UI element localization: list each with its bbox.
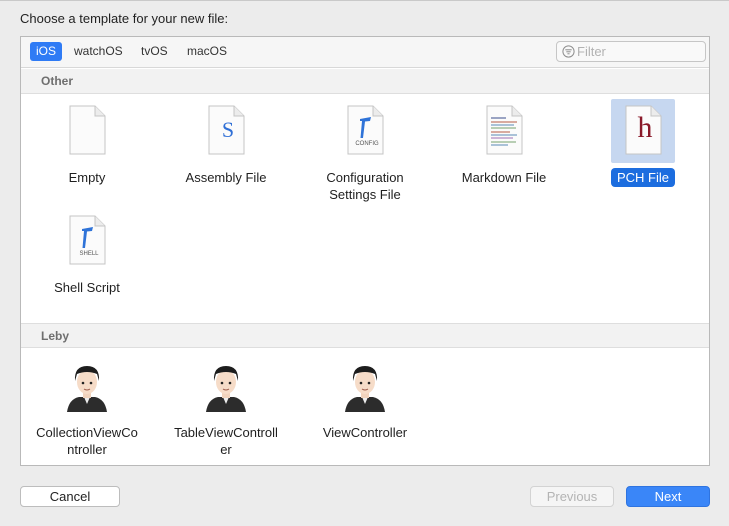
section-header-leby: Leby (21, 323, 709, 348)
template-configuration-settings-file[interactable]: CONFIG Configuration Settings File (305, 99, 425, 204)
tab-ios[interactable]: iOS (30, 42, 63, 61)
template-pch-file[interactable]: h PCH File (583, 99, 703, 187)
cancel-button[interactable]: Cancel (20, 486, 120, 507)
template-table-view-controller[interactable]: TableViewControll er (166, 354, 286, 459)
template-chooser-panel: iOS watchOS tvOS macOS Other Empty (20, 36, 710, 466)
previous-button[interactable]: Previous (530, 486, 614, 507)
icon-container (55, 354, 119, 418)
assembly-glyph: S (221, 117, 235, 142)
markdown-file-icon (486, 105, 523, 155)
section-title: Leby (41, 329, 70, 343)
tab-watchos[interactable]: watchOS (68, 42, 129, 61)
template-label: CollectionViewCo ntroller (36, 425, 138, 457)
template-label: TableViewControll er (174, 425, 278, 457)
icon-container: S (194, 99, 258, 163)
avatar-template-icon (206, 366, 246, 412)
template-assembly-file[interactable]: S Assembly File (166, 99, 286, 187)
section-title: Other (41, 74, 74, 88)
template-label: Assembly File (185, 170, 267, 185)
template-empty[interactable]: Empty (27, 99, 147, 187)
window-top-border (0, 0, 729, 1)
avatar-template-icon (345, 366, 385, 412)
avatar-template-icon (67, 366, 107, 412)
section-header-other: Other (21, 69, 709, 94)
platform-toolbar: iOS watchOS tvOS macOS (21, 37, 709, 68)
shell-caption: SHELL (79, 251, 99, 257)
tab-tvos[interactable]: tvOS (135, 42, 174, 61)
icon-container (55, 99, 119, 163)
filter-icon (562, 45, 575, 58)
template-markdown-file[interactable]: Markdown File (444, 99, 564, 187)
template-shell-script[interactable]: SHELL Shell Script (27, 209, 147, 297)
icon-container (472, 99, 536, 163)
icon-container: SHELL (55, 209, 119, 273)
blank-document-icon (69, 105, 106, 155)
config-caption: CONFIG (355, 141, 379, 147)
pch-glyph: h (637, 111, 653, 144)
template-view-controller[interactable]: ViewController (305, 354, 425, 442)
template-label: Markdown File (461, 170, 547, 185)
template-collection-view-controller[interactable]: CollectionViewCo ntroller (27, 354, 147, 459)
dialog-prompt: Choose a template for your new file: (20, 11, 229, 26)
shell-script-icon (69, 215, 106, 265)
icon-container: CONFIG (333, 99, 397, 163)
template-label: ViewController (322, 425, 408, 440)
icon-container (333, 354, 397, 418)
icon-container: h (611, 99, 675, 163)
next-button[interactable]: Next (626, 486, 710, 507)
filter-input[interactable] (577, 43, 701, 60)
filter-field[interactable] (556, 41, 706, 62)
icon-container (194, 354, 258, 418)
template-label: PCH File (610, 168, 675, 187)
template-label: Shell Script (54, 280, 120, 295)
config-file-icon (347, 105, 384, 155)
tab-macos[interactable]: macOS (181, 42, 233, 61)
template-label: Configuration Settings File (326, 170, 404, 202)
template-label: Empty (68, 170, 106, 185)
